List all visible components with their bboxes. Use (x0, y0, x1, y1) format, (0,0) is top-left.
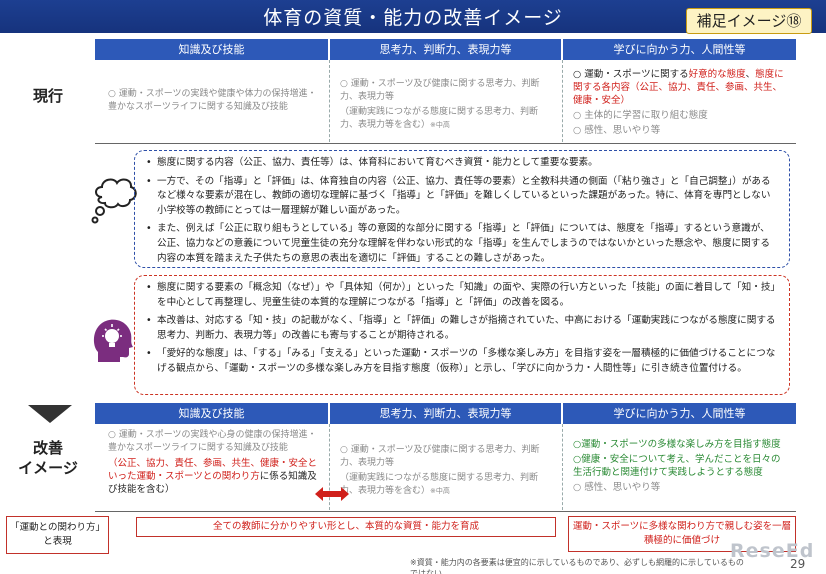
relation-note: 「運動との関わり方」と表現 (6, 516, 109, 554)
improved-thinking-note: ※中高 (430, 487, 450, 495)
current-thinking-cell: ○ 運動・スポーツ及び健康に関する思考力、判断力、表現力等 （運動実践につながる… (332, 72, 561, 140)
supplement-badge: 補足イメージ⑱ (686, 8, 812, 34)
improved-label-2: イメージ (18, 459, 78, 477)
improved-knowledge-text: ○ 運動・スポーツの実践や心身の健康の保持増進・豊かなスポーツライフに関する知識… (108, 430, 317, 453)
page-number: 29 (790, 557, 806, 571)
improved-attitude-c: ○ 感性、思いやり等 (573, 482, 661, 493)
divider (95, 143, 796, 144)
current-knowledge-text: ○ 運動・スポーツの実践や健康や体力の保持増進・豊かなスポーツライフに関する知識… (108, 89, 317, 112)
improvement-item: 態度に関する要素の「概念知（なぜ）」や「具体知（何か）」といった「知識」の面や、… (143, 281, 779, 310)
improved-knowledge-cell: ○ 運動・スポーツの実践や心身の健康の保持増進・豊かなスポーツライフに関する知識… (100, 425, 326, 504)
lightbulb-head-icon (93, 319, 133, 362)
current-header-thinking: 思考力、判断力、表現力等 (330, 39, 561, 60)
improvement-box: 態度に関する要素の「概念知（なぜ）」や「具体知（何か）」といった「知識」の面や、… (134, 275, 790, 395)
current-header-knowledge: 知識及び技能 (95, 39, 328, 60)
improved-thinking-cell: ○ 運動・スポーツ及び健康に関する思考力、判断力、表現力等 （運動実践につながる… (332, 438, 561, 506)
issues-box: 態度に関する内容（公正、協力、責任等）は、体育科において育むべき資質・能力として… (134, 150, 790, 268)
center-summary: 全ての教師に分かりやすい形とし、本質的な資質・能力を育成 (136, 517, 556, 537)
improved-attitude-cell: ○運動・スポーツの多様な楽しみ方を目指す態度 ○健康・安全について考え、学んだこ… (565, 432, 796, 502)
current-thinking-text: ○ 運動・スポーツ及び健康に関する思考力、判断力、表現力等 (340, 79, 540, 102)
improved-header-attitude: 学びに向かう力、人間性等 (563, 403, 796, 424)
improvement-item: 「愛好的な態度」は、「する」「みる」「支える」といった運動・スポーツの「多様な楽… (143, 347, 779, 376)
improved-header-thinking: 思考力、判断力、表現力等 (330, 403, 561, 424)
down-triangle-icon (28, 405, 72, 423)
divider (562, 424, 563, 510)
double-arrow-icon (315, 487, 349, 501)
improved-thinking-sub: （運動実践につながる態度に関する思考力、判断力、表現力等を含む）※中高 (340, 473, 539, 496)
issue-item: 態度に関する内容（公正、協力、責任等）は、体育科において育むべき資質・能力として… (143, 156, 779, 171)
improved-thinking-text: ○ 運動・スポーツ及び健康に関する思考力、判断力、表現力等 (340, 445, 540, 468)
current-attitude-cell: ○ 運動・スポーツに関する好意的な態度、態度に関する各内容（公正、協力、責任、参… (565, 62, 796, 145)
improvement-item: 本改善は、対応する「知・技」の記載がなく、「指導」と「評価」の難しさが指摘されて… (143, 314, 779, 343)
divider (95, 511, 796, 512)
current-attitude-c: ○ 感性、思いやり等 (573, 125, 661, 136)
current-label: 現行 (32, 87, 63, 105)
improved-label-1: 改善 (32, 439, 63, 457)
divider (329, 60, 330, 142)
footnote: ※資質・能力内の各要素は便宜的に示しているものであり、必ずしも網羅的に示している… (410, 558, 744, 574)
improved-attitude-b: ○健康・安全について考え、学んだことを日々の生活行動と関連付けて実践しようとする… (573, 454, 781, 478)
current-thinking-note: ※中高 (430, 121, 450, 129)
current-header-attitude: 学びに向かう力、人間性等 (563, 39, 796, 60)
improved-header-knowledge: 知識及び技能 (95, 403, 328, 424)
thought-cloud-icon (91, 178, 137, 224)
issue-item: 一方で、その「指導」と「評価」は、体育独自の内容（公正、協力、責任等の要素）と全… (143, 175, 779, 219)
divider (562, 60, 563, 142)
improved-label: 改善 イメージ (10, 438, 86, 478)
issue-item: また、例えば「公正に取り組もうとしている」等の意図的な部分に関する「指導」と「評… (143, 222, 779, 266)
current-knowledge-cell: ○ 運動・スポーツの実践や健康や体力の保持増進・豊かなスポーツライフに関する知識… (100, 82, 328, 122)
current-attitude-main: ○ 運動・スポーツに関する好意的な態度、態度に関する各内容（公正、協力、責任、参… (573, 69, 784, 106)
current-thinking-sub: （運動実践につながる態度に関する思考力、判断力、表現力等を含む）※中高 (340, 107, 539, 130)
improved-attitude-a: ○運動・スポーツの多様な楽しみ方を目指す態度 (573, 439, 781, 450)
current-attitude-b: ○ 主体的に学習に取り組む態度 (573, 110, 708, 121)
improved-knowledge-sub: （公正、協力、責任、参画、共生、健康・安全といった運動・スポーツとの関わり方に係… (108, 458, 318, 495)
